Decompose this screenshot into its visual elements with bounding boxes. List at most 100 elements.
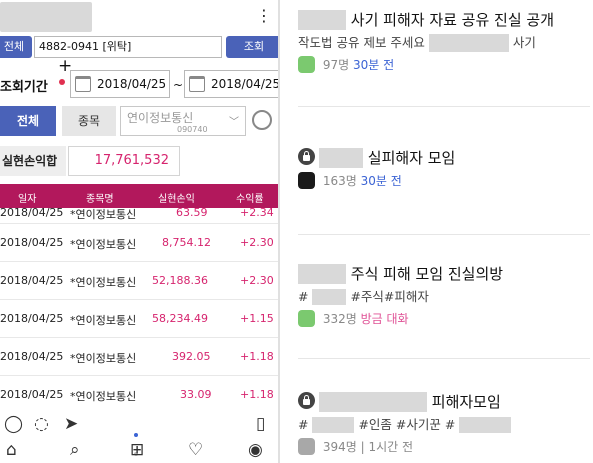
room-meta: 394명 | 1시간 전 [298,436,590,458]
list-item[interactable]: 실피해자 모임 163명 30분 전 [298,146,590,192]
room-avatar [298,172,315,189]
cell-profit: 392.05 [172,350,211,363]
stock-code: 090740 [177,125,208,134]
lock-icon [298,148,315,165]
calendar-icon [189,76,205,92]
table-row[interactable]: 2018/04/25 *연이정보통신 58,234.49 +1.15 [0,300,278,338]
list-item[interactable]: 피해자모임 # #인좀 #사기꾼 # 394명 | 1시간 전 [298,390,590,458]
cell-date: 2018/04/25 [0,274,64,287]
date-to-field[interactable]: 2018/04/25 [184,70,278,98]
date-separator: ~ [173,78,184,92]
period-row: 조회기간 + 2018/04/25 ~ 2018/04/25 [0,56,278,106]
home-icon[interactable]: ⌂ [6,440,17,460]
search-icon[interactable]: ⌕ [70,440,80,460]
divider [298,106,590,107]
comment-icon[interactable]: ◯ [4,414,23,434]
redacted-text [319,391,427,412]
cell-rate: +1.15 [240,312,274,325]
table-row[interactable]: 2018/04/25 *연이정보통신 8,754.12 +2.30 [0,224,278,262]
account-type-button[interactable]: 전체 [0,36,32,58]
room-desc-text: 사기 [512,35,536,50]
table-row[interactable]: 2018/04/25 *연이정보통신 52,188.36 +2.30 [0,262,278,300]
redacted-text [428,33,509,52]
cell-stock: *연이정보통신 [70,314,137,327]
search-icon[interactable] [252,110,272,130]
room-title-text: 주식 피해 모임 진실의방 [350,265,504,283]
list-item[interactable]: 사기 피해자 자료 공유 진실 공개 작도법 공유 제보 주세요 사기 97명 … [298,8,590,76]
table-row[interactable]: 2018/04/25 *연이정보통신 392.05 +1.18 [0,338,278,376]
filter-row: 전체 종목 연이정보통신 090740 ﹀ [0,106,278,138]
cell-stock: *연이정보통신 [70,352,137,365]
heart-icon[interactable]: ♡ [188,440,203,460]
cell-date: 2018/04/25 [0,388,64,401]
room-meta: 97명 30분 전 [298,54,590,76]
meta-separator: | [360,440,365,454]
room-title-text: 실피해자 모임 [367,149,456,167]
period-label: 조회기간 [0,80,48,95]
calendar-icon [75,76,91,92]
tab-all[interactable]: 전체 [0,106,56,136]
chat-room-list: 사기 피해자 자료 공유 진실 공개 작도법 공유 제보 주세요 사기 97명 … [280,0,593,463]
notification-dot [59,79,65,85]
member-count: 163명 [322,174,357,188]
add-icon[interactable]: ⊞ [130,440,144,460]
account-number-field[interactable]: 4882-0941 [위탁] [34,36,222,58]
send-icon[interactable]: ➤ [64,414,78,434]
date-to-value: 2018/04/25 [211,77,278,91]
room-title: 주식 피해 모임 진실의방 [298,262,590,286]
divider [298,234,590,235]
list-item[interactable]: 주식 피해 모임 진실의방 # #주식#피해자 332명 방금 대화 [298,262,590,330]
room-avatar [298,56,315,73]
room-title: 피해자모임 [298,390,590,414]
redacted-text [312,416,355,433]
cell-rate: +2.30 [240,274,274,287]
room-tags: # #주식#피해자 [298,286,590,308]
room-tag-text: #인좀 #사기꾼 # [358,417,456,432]
profile-icon[interactable]: ◉ [248,440,263,460]
cell-stock: *연이정보통신 [70,238,137,251]
room-title-text: 사기 피해자 자료 공유 진실 공개 [350,11,555,29]
cell-rate: +1.18 [240,388,274,401]
cell-date: 2018/04/25 [0,236,64,249]
chevron-down-icon: ﹀ [229,117,239,128]
cell-stock: *연이정보통신 [70,208,137,221]
cell-date: 2018/04/25 [0,350,64,363]
tab-stock[interactable]: 종목 [62,106,116,136]
room-title: 실피해자 모임 [298,146,590,170]
table-row[interactable]: 2018/04/25 *연이정보통신 63.59 +2.34 [0,202,278,224]
divider [298,358,590,359]
room-avatar [298,438,315,455]
last-activity: 1시간 전 [368,440,414,454]
cell-rate: +1.18 [240,350,274,363]
date-from-value: 2018/04/25 [97,77,167,91]
last-activity: 30분 전 [360,174,402,188]
speech-bubble-icon[interactable]: ◌ [34,414,49,434]
more-options-icon[interactable]: ⋮ [256,8,272,24]
table-row[interactable]: 2018/04/25 *연이정보통신 33.09 +1.18 [0,376,278,414]
cell-stock: *연이정보통신 [70,390,137,403]
redacted-text [298,263,346,284]
member-count: 394명 [322,440,357,454]
member-count: 332명 [322,312,357,326]
last-activity: 30분 전 [352,58,395,72]
redacted-text [319,147,363,168]
redacted-text [459,416,512,433]
room-description: 작도법 공유 제보 주세요 사기 [298,32,590,54]
cell-profit: 52,188.36 [152,274,208,287]
room-title: 사기 피해자 자료 공유 진실 공개 [298,8,590,32]
blurred-header [0,2,92,32]
bookmark-icon[interactable]: ▯ [256,414,265,434]
date-from-field[interactable]: 2018/04/25 [70,70,170,98]
redacted-text [312,288,347,305]
inquiry-button[interactable]: 조회 [226,36,278,58]
room-meta: 332명 방금 대화 [298,308,590,330]
room-desc-text: 작도법 공유 제보 주세요 [298,35,425,50]
cell-profit: 58,234.49 [152,312,208,325]
top-bar: ⋮ [0,0,278,34]
account-row: 전체 4882-0941 [위탁] 조회 [0,34,278,60]
room-meta: 163명 30분 전 [298,170,590,192]
cell-profit: 8,754.12 [162,236,211,249]
stock-select[interactable]: 연이정보통신 090740 ﹀ [120,106,246,136]
cell-rate: +2.30 [240,236,274,249]
phone-bottom-bar: ◯ ◌ ➤ ▯ ⌂ ⌕ ⊞ ♡ ◉ [0,410,278,463]
